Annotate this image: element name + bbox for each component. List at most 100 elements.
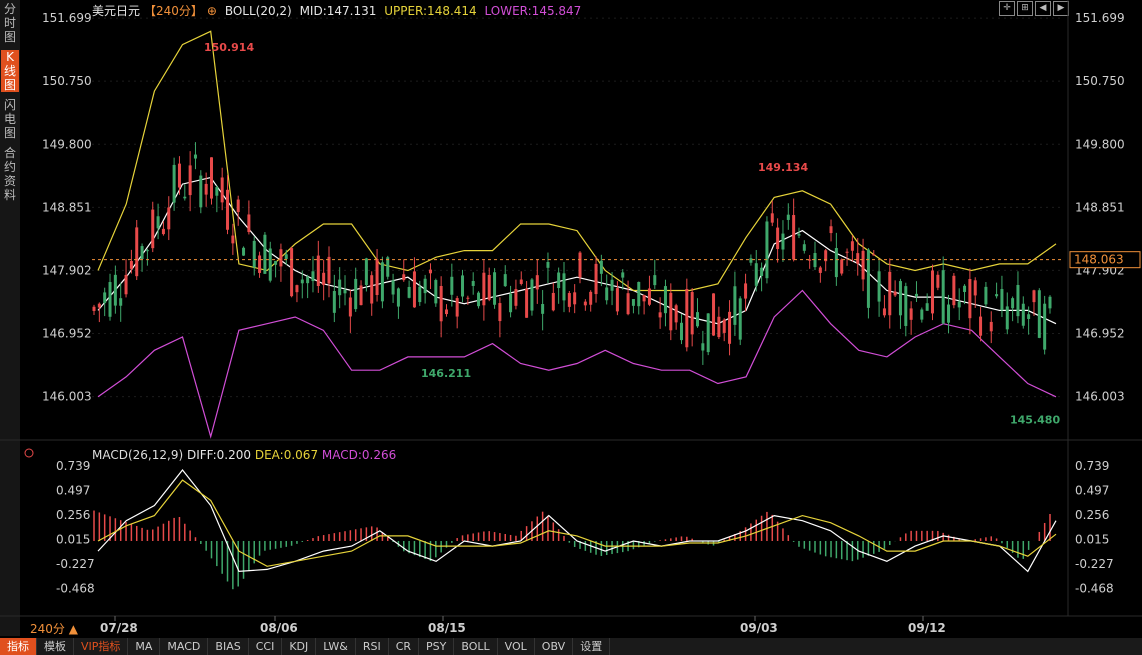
candle-body bbox=[941, 270, 945, 324]
candle-body bbox=[311, 271, 315, 282]
x-tick-label: 07/28 bbox=[100, 621, 138, 635]
candle-body bbox=[706, 313, 710, 353]
candle-body bbox=[525, 288, 529, 318]
candle-body bbox=[947, 304, 951, 323]
price-chart[interactable]: 151.699 151.699 150.750 150.750 149.800 149.8… bbox=[0, 0, 1142, 636]
macd-tick-left: 0.015 bbox=[56, 532, 90, 546]
toolbar-btn-7[interactable]: KDJ bbox=[282, 638, 317, 655]
candle-body bbox=[108, 282, 112, 317]
candle-body bbox=[599, 260, 603, 274]
candle-body bbox=[428, 269, 432, 274]
candle-body bbox=[728, 311, 732, 344]
toolbar-btn-12[interactable]: BOLL bbox=[454, 638, 498, 655]
candle-body bbox=[626, 293, 630, 315]
candle-body bbox=[792, 215, 796, 260]
toolbar-btn-3[interactable]: MA bbox=[128, 638, 161, 655]
price-tick-right: 146.952 bbox=[1075, 327, 1125, 341]
candle-body bbox=[412, 271, 416, 308]
candle-body bbox=[129, 261, 133, 269]
candle-body bbox=[760, 267, 764, 276]
candle-body bbox=[316, 255, 320, 286]
candle-body bbox=[931, 270, 935, 314]
price-tick-left: 151.699 bbox=[42, 11, 92, 25]
candle-body bbox=[268, 248, 272, 281]
macd-tick-right: 0.015 bbox=[1075, 532, 1109, 546]
candle-body bbox=[338, 279, 342, 296]
candle-body bbox=[375, 258, 379, 295]
candle-body bbox=[909, 308, 913, 320]
candle-body bbox=[647, 288, 651, 305]
candle-body bbox=[172, 164, 176, 203]
candle-body bbox=[236, 199, 240, 213]
candle-body bbox=[391, 280, 395, 295]
x-tick-label: 08/15 bbox=[428, 621, 466, 635]
candle-body bbox=[631, 299, 635, 306]
macd-tick-right: -0.227 bbox=[1075, 557, 1114, 571]
candle-body bbox=[183, 196, 187, 199]
candle-body bbox=[573, 292, 577, 305]
candle-body bbox=[348, 297, 352, 317]
candle-body bbox=[284, 254, 288, 259]
candle-body bbox=[840, 259, 844, 274]
toolbar-btn-2[interactable]: VIP指标 bbox=[74, 638, 129, 655]
candle-body bbox=[765, 221, 769, 279]
candle-body bbox=[754, 263, 758, 286]
candle-body bbox=[252, 240, 256, 268]
candle-body bbox=[482, 272, 486, 306]
candle-body bbox=[893, 291, 897, 296]
candle-body bbox=[898, 281, 902, 316]
candle-body bbox=[402, 274, 406, 281]
toolbar-btn-10[interactable]: CR bbox=[389, 638, 420, 655]
candle-body bbox=[290, 248, 294, 297]
toolbar-btn-13[interactable]: VOL bbox=[498, 638, 535, 655]
toolbar-btn-6[interactable]: CCI bbox=[249, 638, 283, 655]
candle-body bbox=[957, 301, 961, 308]
candle-body bbox=[188, 165, 192, 196]
toolbar-btn-4[interactable]: MACD bbox=[160, 638, 209, 655]
toolbar-btn-11[interactable]: PSY bbox=[419, 638, 455, 655]
toolbar-btn-5[interactable]: BIAS bbox=[208, 638, 249, 655]
toolbar-btn-15[interactable]: 设置 bbox=[573, 638, 611, 655]
candle-body bbox=[263, 234, 267, 274]
candle-body bbox=[712, 293, 716, 336]
macd-tick-right: 0.739 bbox=[1075, 459, 1109, 473]
toolbar-btn-0[interactable]: 指标 bbox=[0, 638, 37, 655]
candle-body bbox=[444, 309, 448, 315]
candle-body bbox=[733, 286, 737, 325]
macd-tick-left: -0.468 bbox=[56, 581, 95, 595]
period-selector[interactable]: 240分 ▲ bbox=[30, 620, 78, 637]
toolbar-btn-1[interactable]: 模板 bbox=[37, 638, 74, 655]
candle-body bbox=[1016, 284, 1020, 317]
candle-body bbox=[327, 256, 331, 284]
toolbar-btn-14[interactable]: OBV bbox=[535, 638, 574, 655]
candle-body bbox=[161, 228, 165, 235]
candle-body bbox=[274, 261, 278, 265]
toolbar-btn-8[interactable]: LW& bbox=[316, 638, 356, 655]
candle-body bbox=[119, 298, 123, 306]
candle-body bbox=[135, 227, 139, 277]
candle-body bbox=[888, 271, 892, 316]
x-tick-label: 08/06 bbox=[260, 621, 298, 635]
candle-body bbox=[300, 279, 304, 284]
macd-tick-left: 0.739 bbox=[56, 459, 90, 473]
candle-body bbox=[861, 250, 865, 280]
candle-body bbox=[519, 279, 523, 284]
price-annotation: 150.914 bbox=[204, 41, 254, 54]
candle-body bbox=[674, 305, 678, 323]
candle-body bbox=[439, 286, 443, 322]
candle-body bbox=[140, 246, 144, 260]
candle-body bbox=[279, 249, 283, 267]
toolbar-btn-9[interactable]: RSI bbox=[356, 638, 389, 655]
price-tick-left: 146.952 bbox=[42, 327, 92, 341]
candle-body bbox=[877, 271, 881, 302]
candle-body bbox=[642, 294, 646, 302]
candle-body bbox=[963, 285, 967, 292]
candle-body bbox=[1000, 289, 1004, 311]
candle-body bbox=[546, 262, 550, 268]
candle-body bbox=[434, 280, 438, 304]
price-tick-right: 150.750 bbox=[1075, 74, 1125, 88]
candle-body bbox=[354, 278, 358, 310]
candle-body bbox=[498, 303, 502, 322]
candle-body bbox=[770, 213, 774, 223]
candle-body bbox=[471, 281, 475, 286]
